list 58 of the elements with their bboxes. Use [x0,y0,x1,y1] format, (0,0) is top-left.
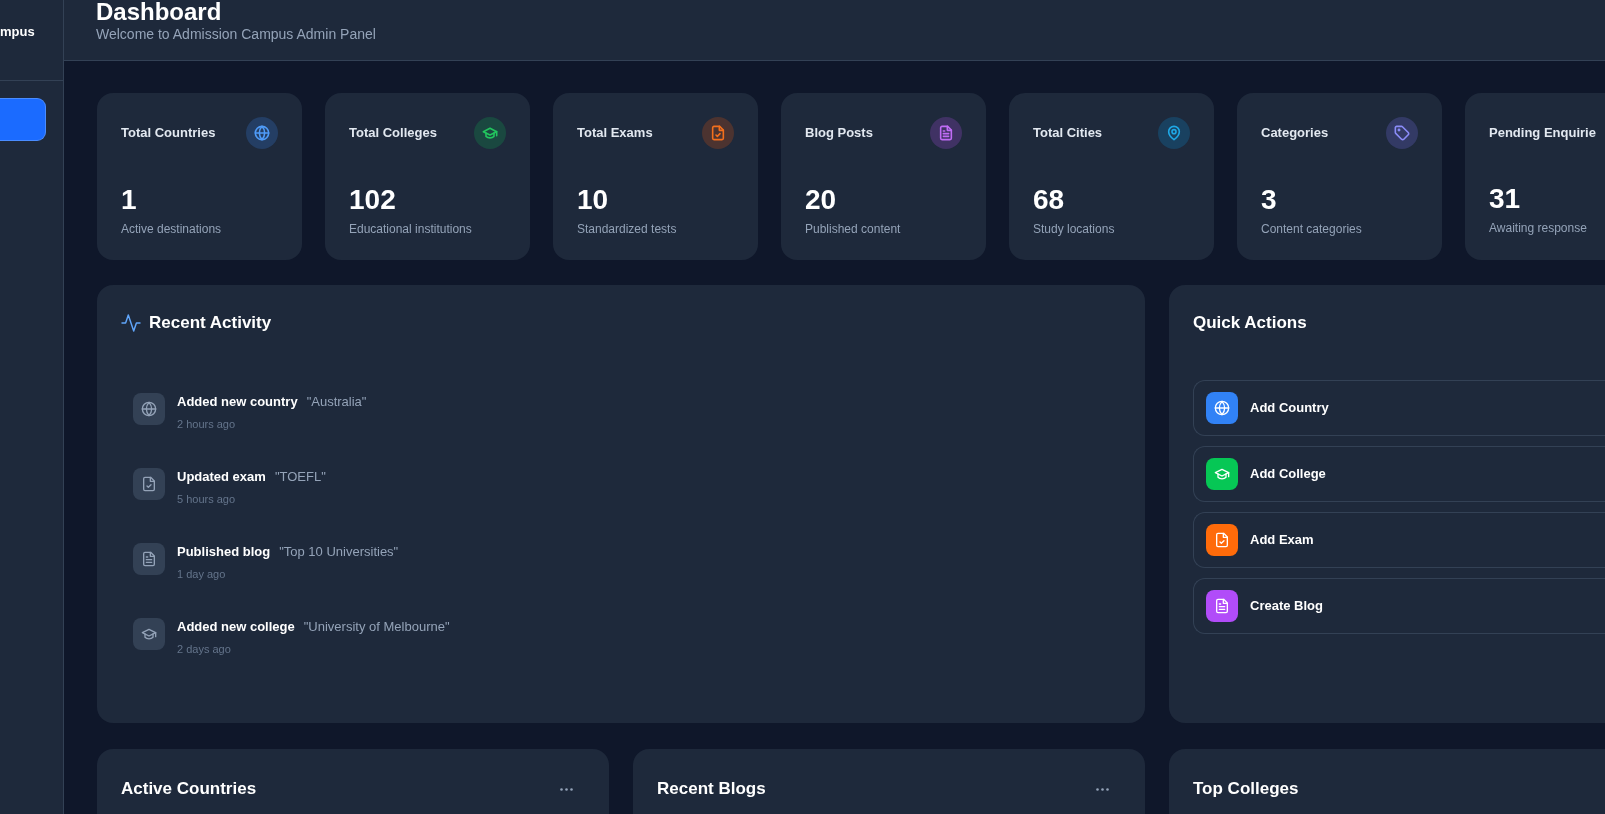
file-check-icon [133,468,165,500]
stat-value: 10 [577,183,609,217]
graduation-cap-icon [474,117,506,149]
card-title: Recent Activity [149,312,272,334]
activity-action: Added new college [177,618,295,636]
activity-action: Added new country [177,393,298,411]
stat-caption: Content categories [1261,221,1362,237]
stat-label: Pending Enquirie [1489,123,1596,142]
activity-time: 2 days ago [177,642,231,657]
stat-label: Total Colleges [349,124,437,142]
stat-caption: Standardized tests [577,221,677,237]
page-title: Dashboard [96,0,222,24]
stat-label: Total Countries [121,124,216,142]
activity-target: "University of Melbourne" [303,618,450,636]
stat-caption: Awaiting response [1489,220,1587,236]
activity-time: 5 hours ago [177,492,236,507]
activity-pulse-icon [121,314,141,332]
tag-icon [1386,117,1418,149]
activity-target: "Australia" [306,393,367,411]
stat-label: Total Cities [1033,124,1103,142]
more-options-icon[interactable] [1096,787,1109,791]
graduation-cap-icon [133,618,165,650]
more-options-icon[interactable] [560,787,573,791]
globe-icon [133,393,165,425]
quick-action-button[interactable]: Add College [1193,446,1605,502]
stat-value: 31 [1489,182,1521,216]
activity-target: "TOEFL" [274,468,326,486]
quick-action-button[interactable]: Add Exam [1193,512,1605,568]
document-icon [133,543,165,575]
activity-time: 1 day ago [177,567,226,582]
stat-value: 3 [1261,183,1277,217]
document-icon [930,117,962,149]
quick-action-button[interactable]: Create Blog [1193,578,1605,634]
map-pin-icon [1158,117,1190,149]
card-title: Quick Actions [1193,312,1307,334]
activity-target: "Top 10 Universities" [279,543,399,561]
quick-action-button[interactable]: Add Country [1193,380,1605,436]
stat-caption: Published content [805,221,901,237]
stat-value: 68 [1033,183,1065,217]
stat-value: 20 [805,183,837,217]
file-check-icon [702,117,734,149]
activity-action: Updated exam [177,468,266,486]
stat-label: Blog Posts [805,124,873,142]
page-subtitle: Welcome to Admission Campus Admin Panel [96,25,376,43]
brand-name: mpus [0,24,35,40]
stat-label: Total Exams [577,124,653,142]
activity-action: Published blog [177,543,271,561]
stat-caption: Educational institutions [349,221,472,237]
stat-caption: Active destinations [121,221,222,237]
stat-caption: Study locations [1033,221,1115,237]
globe-icon [246,117,278,149]
activity-time: 2 hours ago [177,417,236,432]
card-title: Top Colleges [1193,778,1299,800]
card-title: Recent Blogs [657,778,766,800]
stat-label: Categories [1261,124,1329,142]
stat-value: 1 [121,183,137,217]
stat-value: 102 [349,183,396,217]
card-title: Active Countries [121,778,257,800]
